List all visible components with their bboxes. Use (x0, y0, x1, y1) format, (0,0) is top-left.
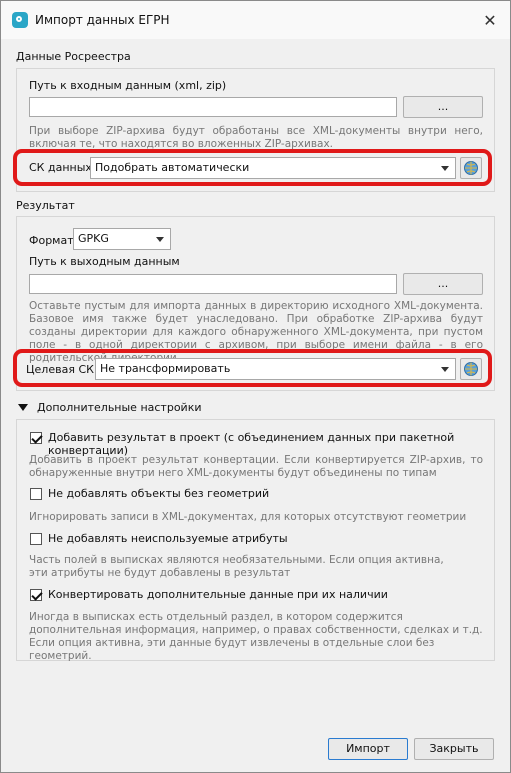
chevron-down-icon (441, 166, 449, 171)
skip-no-geometry-checkbox[interactable] (30, 488, 42, 500)
close-icon[interactable]: ✕ (479, 10, 501, 32)
format-value: GPKG (78, 232, 109, 245)
input-hint: При выборе ZIP-архива будут обработаны в… (29, 125, 483, 150)
close-button[interactable]: Закрыть (414, 738, 494, 760)
source-section-title: Данные Росреестра (16, 50, 131, 63)
skip-unused-attrs-hint: Часть полей в выписках являются необязат… (29, 554, 444, 579)
crs-target-label: Целевая СК (26, 363, 94, 376)
crs-source-label: СК данных (29, 161, 92, 174)
chevron-down-icon (156, 237, 164, 242)
crs-source-select[interactable]: Подобрать автоматически (90, 157, 456, 179)
title-bar: Импорт данных ЕГРН ✕ (1, 1, 510, 39)
crs-source-picker-button[interactable] (460, 157, 482, 179)
globe-icon (464, 362, 478, 376)
skip-no-geometry-label[interactable]: Не добавлять объекты без геометрий (48, 487, 269, 500)
crs-target-select[interactable]: Не трансформировать (95, 358, 456, 380)
add-to-project-checkbox[interactable] (30, 432, 42, 444)
dialog-window: Импорт данных ЕГРН ✕ Данные Росреестра П… (0, 0, 511, 773)
format-select[interactable]: GPKG (73, 228, 171, 250)
convert-extra-data-checkbox[interactable] (30, 589, 42, 601)
convert-extra-data-hint: Иногда в выписках есть отдельный раздел,… (29, 611, 483, 662)
skip-unused-attrs-checkbox[interactable] (30, 533, 42, 545)
globe-icon (464, 161, 478, 175)
output-browse-button[interactable]: ... (403, 273, 483, 295)
crs-target-value: Не трансформировать (100, 362, 231, 375)
import-button[interactable]: Импорт (328, 738, 408, 760)
crs-source-value: Подобрать автоматически (95, 161, 250, 174)
format-label: Формат (29, 234, 74, 247)
input-path-field[interactable] (29, 97, 397, 117)
chevron-down-icon (441, 367, 449, 372)
convert-extra-data-label[interactable]: Конвертировать дополнительные данные при… (48, 588, 388, 601)
crs-target-picker-button[interactable] (460, 358, 482, 380)
advanced-group: Добавить результат в проект (с объединен… (16, 419, 495, 662)
input-path-label: Путь к входным данным (xml, zip) (29, 79, 227, 92)
advanced-title: Дополнительные настройки (37, 401, 202, 414)
window-title: Импорт данных ЕГРН (35, 13, 170, 27)
output-path-field[interactable] (29, 274, 397, 294)
result-section-title: Результат (16, 199, 75, 212)
skip-unused-attrs-label[interactable]: Не добавлять неиспользуемые атрибуты (48, 532, 288, 545)
skip-no-geometry-hint: Игнорировать записи в XML-документах, дл… (29, 511, 467, 523)
collapse-triangle-icon (18, 404, 28, 411)
add-to-project-hint: Добавить в проект результат конвертации.… (29, 454, 483, 479)
input-browse-button[interactable]: ... (403, 96, 483, 118)
output-path-label: Путь к выходным данным (29, 255, 180, 268)
app-logo-icon (12, 12, 28, 28)
